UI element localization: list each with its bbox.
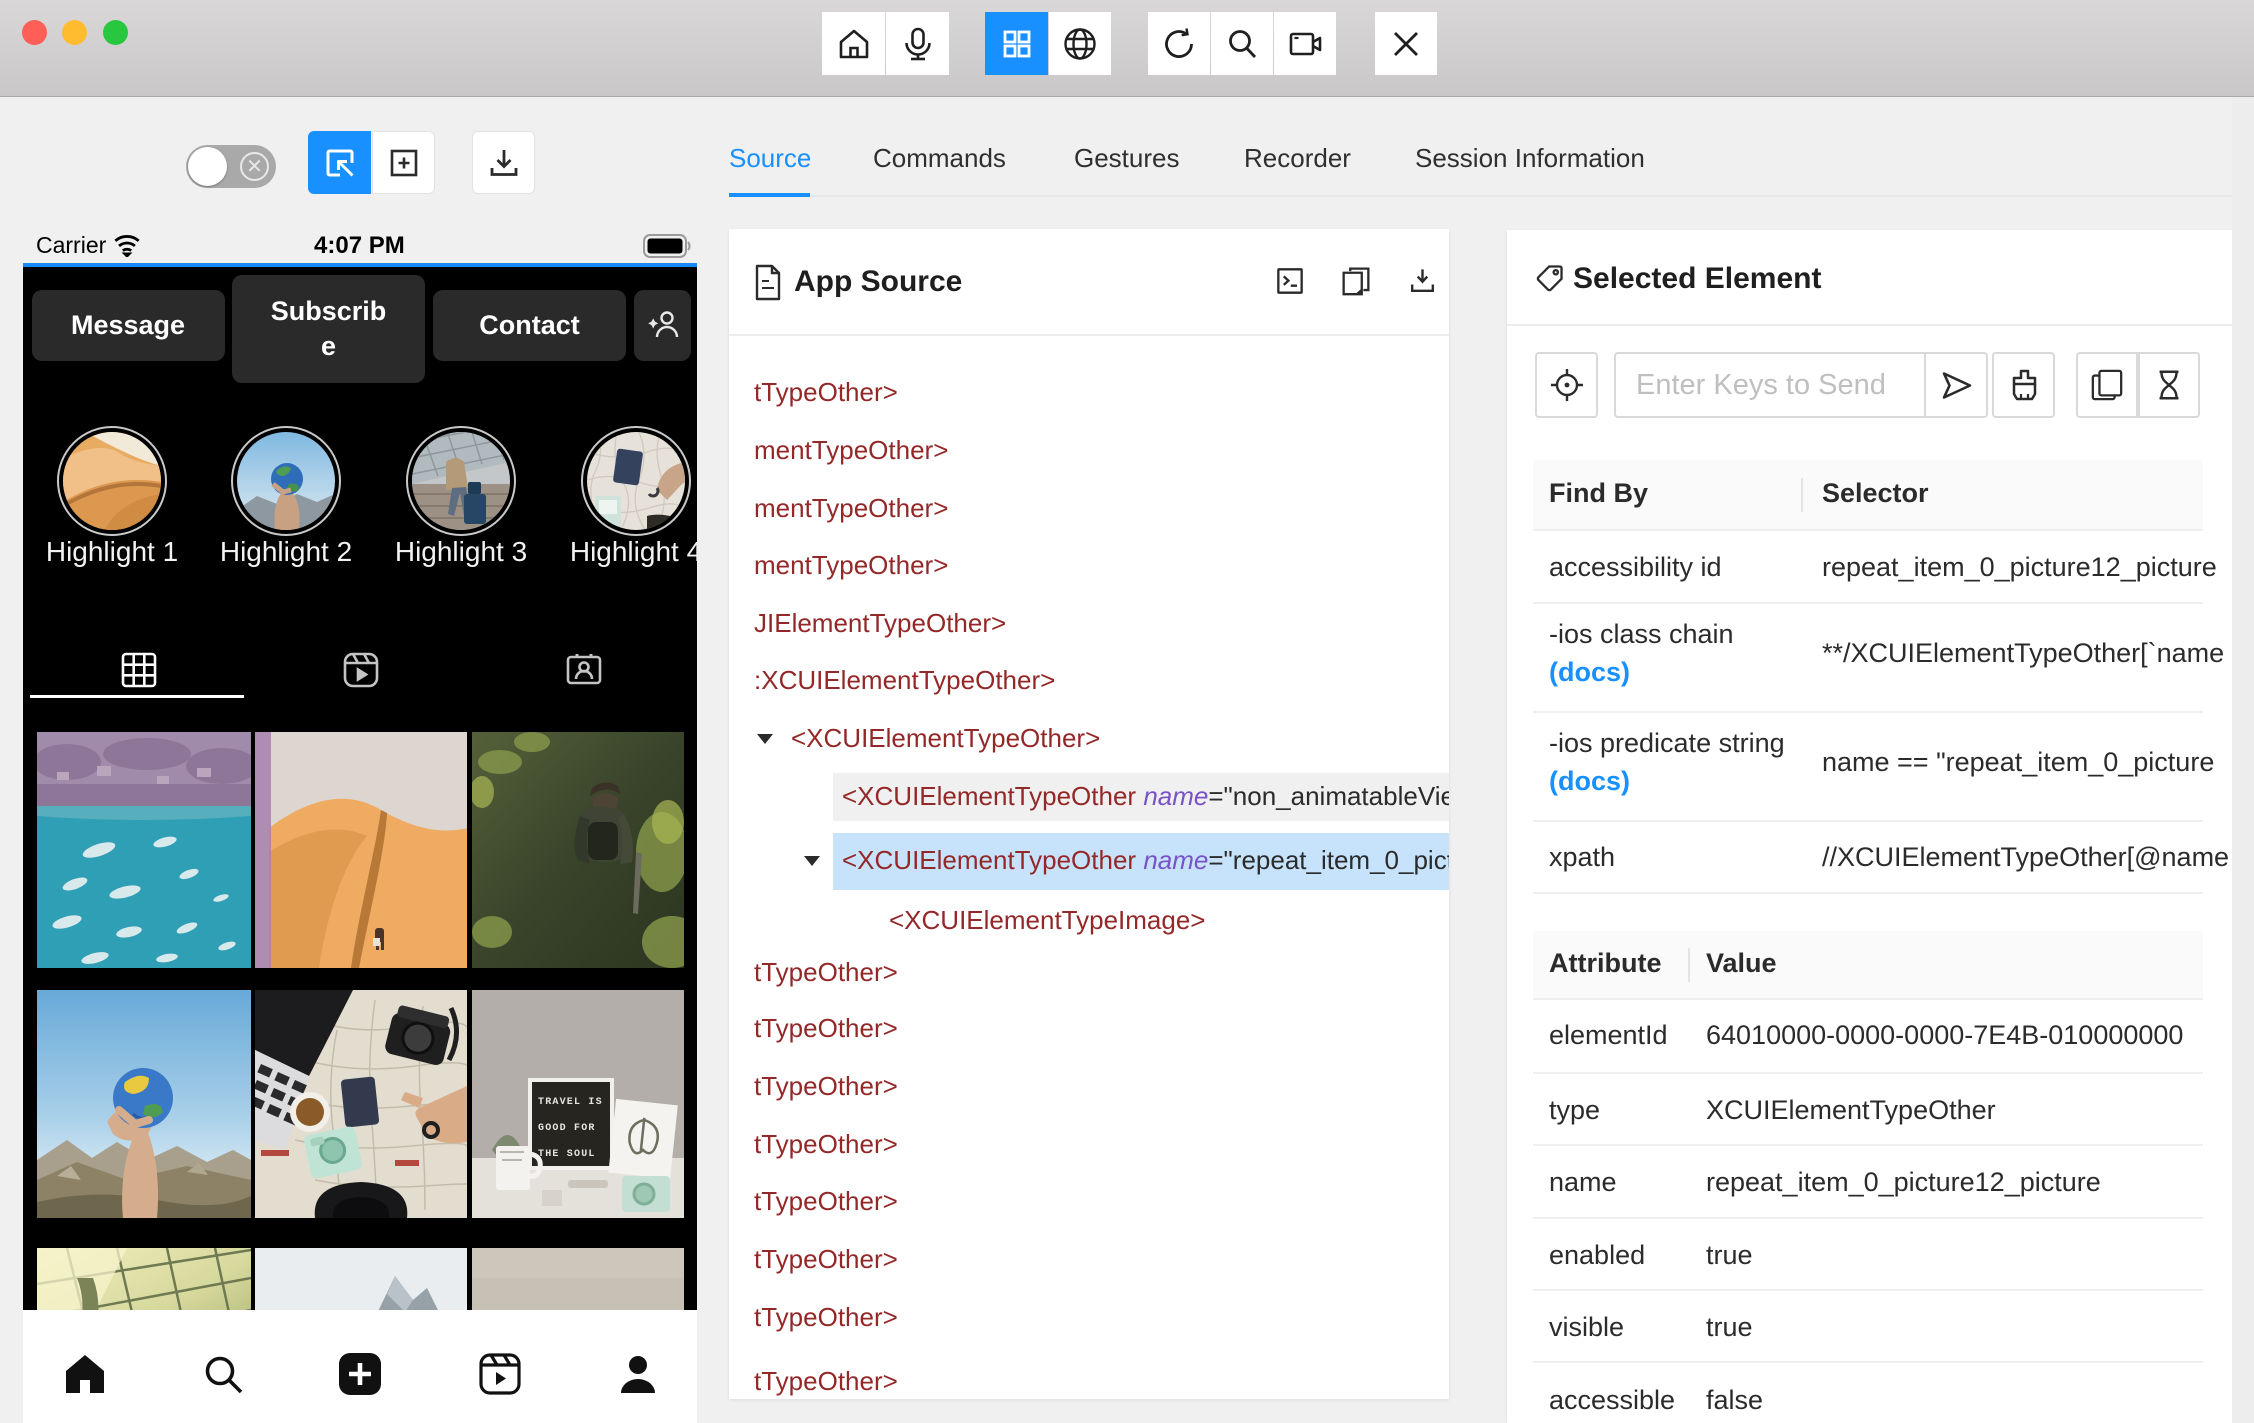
svg-text:TRAVEL IS: TRAVEL IS	[538, 1097, 603, 1108]
svg-text:THE SOUL: THE SOUL	[538, 1149, 596, 1160]
svg-text:GOOD FOR: GOOD FOR	[538, 1123, 596, 1134]
